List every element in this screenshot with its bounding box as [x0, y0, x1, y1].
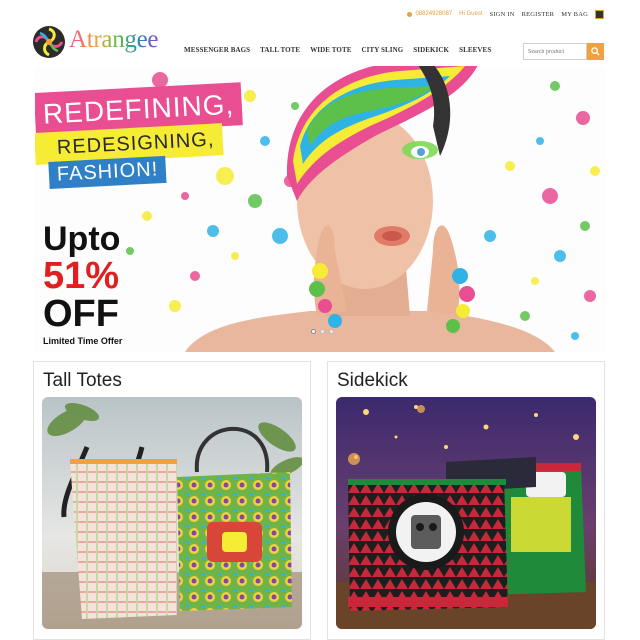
phone-number: 08824928087 [407, 11, 452, 17]
site-logo[interactable]: Atrangee [32, 22, 172, 62]
main-nav: MESSENGER BAGS TALL TOTE WIDE TOTE CITY … [184, 46, 491, 54]
hero-banner[interactable]: REDEFINING, REDESIGNING, FASHION! Upto 5… [35, 66, 605, 352]
offer-note: Limited Time Offer [43, 336, 123, 346]
nav-item-city-sling[interactable]: CITY SLING [362, 46, 404, 54]
category-image-tall-totes[interactable] [42, 397, 302, 629]
nav-item-sleeves[interactable]: SLEEVES [459, 46, 491, 54]
welcome-text: Hi Guest [459, 11, 483, 17]
nav-item-sidekick[interactable]: SIDEKICK [413, 46, 449, 54]
slider-dot-3[interactable] [329, 329, 334, 334]
hero-offer: Upto 51% OFF Limited Time Offer [43, 222, 122, 346]
phone-icon [407, 11, 413, 17]
slider-dots [311, 329, 334, 334]
nav-item-tall-tote[interactable]: TALL TOTE [260, 46, 300, 54]
nav-item-wide-tote[interactable]: WIDE TOTE [310, 46, 351, 54]
search-button[interactable] [587, 43, 604, 60]
slider-dot-2[interactable] [320, 329, 325, 334]
search-icon [591, 47, 600, 56]
logo-text: Atrangee [69, 24, 169, 60]
offer-percent: 51% [43, 255, 120, 297]
search-input[interactable] [523, 43, 587, 60]
category-image-sidekick[interactable] [336, 397, 596, 629]
category-title: Sidekick [337, 370, 408, 391]
top-utility-bar: 08824928087 Hi Guest SIGN IN REGISTER MY… [407, 8, 604, 20]
offer-upto: Upto [43, 220, 121, 258]
nav-item-messenger-bags[interactable]: MESSENGER BAGS [184, 46, 250, 54]
slider-dot-1[interactable] [311, 329, 316, 334]
register-link[interactable]: REGISTER [522, 11, 555, 18]
svg-text:Atrangee: Atrangee [69, 26, 158, 53]
logo-swirl-icon [33, 26, 65, 58]
category-card-tall-totes[interactable]: Tall Totes [33, 361, 311, 640]
category-card-sidekick[interactable]: Sidekick [327, 361, 605, 640]
bag-icon[interactable] [595, 9, 604, 19]
offer-off: OFF [43, 293, 119, 335]
category-title: Tall Totes [43, 370, 122, 391]
phone-text: 08824928087 [415, 11, 453, 17]
search-box [523, 43, 604, 60]
sign-in-link[interactable]: SIGN IN [490, 11, 515, 18]
my-bag-link[interactable]: MY BAG [561, 11, 588, 18]
